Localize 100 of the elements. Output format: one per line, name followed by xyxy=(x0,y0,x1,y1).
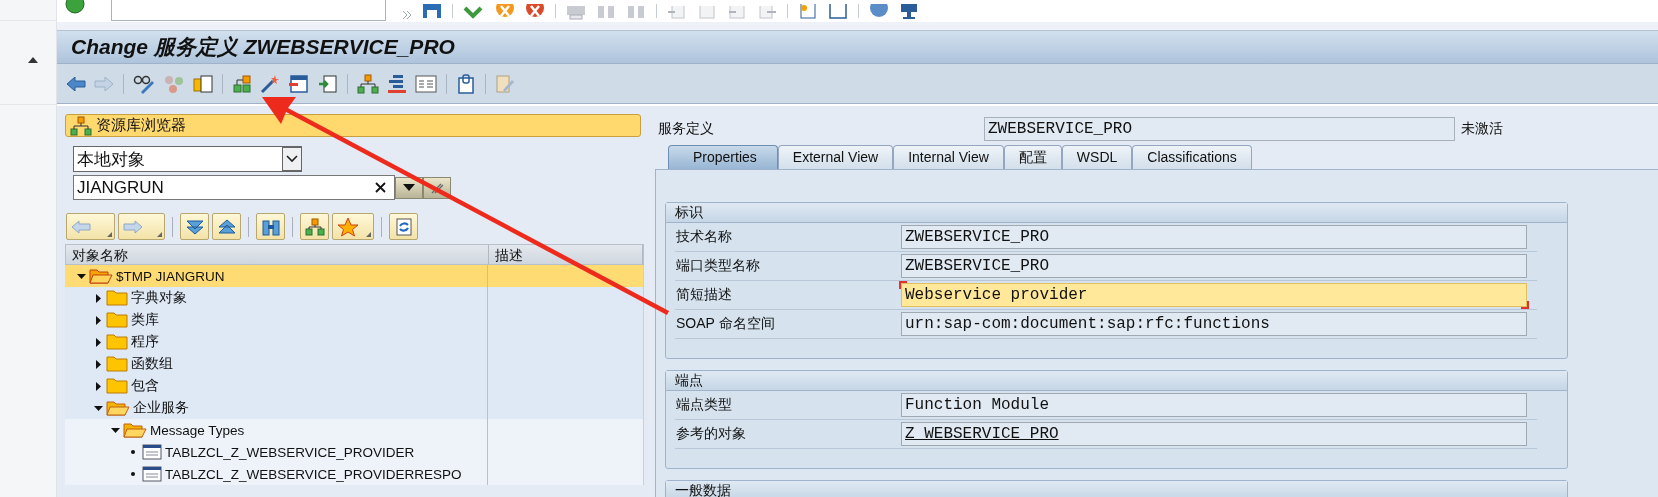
object-name-field[interactable]: JIANGRUN xyxy=(73,175,395,200)
field-label: 技术名称 xyxy=(675,228,733,246)
expand-toggle[interactable] xyxy=(94,315,103,325)
tree-row[interactable]: TABLZCL_Z_WEBSERVICE_PROVIDER xyxy=(65,441,644,463)
tree-row[interactable]: 包含 xyxy=(65,375,644,397)
scroll-up-icon[interactable] xyxy=(28,57,38,63)
favorites-button[interactable] xyxy=(332,213,374,240)
tree-row[interactable]: 企业服务 xyxy=(65,397,644,419)
tree-row[interactable]: 程序 xyxy=(65,331,644,353)
tree-icon[interactable] xyxy=(70,115,92,136)
panel-title: 资源库浏览器 xyxy=(96,116,186,135)
hierarchy-icon xyxy=(305,217,325,236)
expand-toggle[interactable] xyxy=(94,293,103,303)
expand-toggle[interactable] xyxy=(94,403,103,413)
tab[interactable]: 配置 xyxy=(1003,145,1062,169)
clear-icon[interactable] xyxy=(375,182,386,193)
triangle-down-icon xyxy=(403,184,415,191)
field-value: JIANGRUN xyxy=(77,177,165,198)
tab[interactable]: Internal View xyxy=(893,145,1004,169)
tree-item-label: 字典对象 xyxy=(131,289,187,307)
forward-button[interactable] xyxy=(118,213,165,240)
open-folder-icon xyxy=(106,399,130,417)
back-arrow-icon xyxy=(71,219,91,234)
save-icon[interactable] xyxy=(422,4,442,20)
tree-row[interactable]: TABLZCL_Z_WEBSERVICE_PROVIDERRESPO xyxy=(65,463,644,485)
text-field[interactable]: Function Module xyxy=(901,393,1527,417)
tab[interactable]: WSDL xyxy=(1061,145,1133,169)
text-field[interactable]: ZWEBSERVICE_PRO xyxy=(984,117,1455,141)
group-title: 一般数据 xyxy=(666,481,1567,497)
field-label: 端点类型 xyxy=(675,396,733,414)
expand-toggle[interactable] xyxy=(94,381,103,391)
dropdown-button[interactable] xyxy=(395,176,423,199)
forward-arrow-icon xyxy=(123,219,143,234)
text-field[interactable]: Webservice provider xyxy=(901,283,1527,307)
folder-icon xyxy=(106,377,128,395)
field-label: 简短描述 xyxy=(675,286,733,304)
stack-icon[interactable] xyxy=(387,73,407,94)
command-field[interactable] xyxy=(111,0,386,21)
text-field[interactable]: urn:sap-com:document:sap:rfc:functions xyxy=(901,312,1527,336)
table-icon xyxy=(142,444,162,460)
tree-item-label: $TMP JIANGRUN xyxy=(116,268,225,284)
pages-icon[interactable] xyxy=(193,73,213,94)
group-title: 端点 xyxy=(666,371,1567,391)
check-icon[interactable] xyxy=(463,4,485,20)
collapse-all-icon xyxy=(217,218,237,235)
clipboard-icon[interactable] xyxy=(456,73,476,94)
hierarchy-button[interactable] xyxy=(300,213,329,240)
field-label: SOAP 命名空间 xyxy=(675,315,776,333)
expand-button[interactable] xyxy=(180,213,209,240)
bullet-icon xyxy=(131,472,135,476)
back-arrow-icon[interactable] xyxy=(66,74,86,93)
tree-row[interactable]: 字典对象 xyxy=(65,287,644,309)
help-icon[interactable] xyxy=(869,4,889,20)
open-folder-icon xyxy=(89,267,113,285)
field-label: 端口类型名称 xyxy=(675,257,761,275)
refresh-button[interactable] xyxy=(389,213,418,240)
text-field[interactable]: ZWEBSERVICE_PRO xyxy=(901,254,1527,278)
chevron-down-icon[interactable] xyxy=(286,155,298,163)
tab[interactable]: Properties xyxy=(668,145,778,169)
tab[interactable]: External View xyxy=(777,145,894,169)
expand-all-icon xyxy=(185,218,205,235)
tree-icon[interactable] xyxy=(357,73,379,94)
back-button[interactable] xyxy=(66,213,115,240)
collapse-button[interactable] xyxy=(212,213,241,240)
import-icon[interactable] xyxy=(318,73,338,94)
tree-row[interactable]: $TMP JIANGRUN xyxy=(65,265,644,287)
expand-toggle[interactable] xyxy=(94,359,103,369)
expand-toggle[interactable] xyxy=(111,425,120,435)
tree-row[interactable]: 类库 xyxy=(65,309,644,331)
list-window-icon[interactable] xyxy=(415,73,437,94)
field-label: 参考的对象 xyxy=(675,425,747,443)
exit-icon[interactable] xyxy=(495,4,515,20)
tree-item-label: TABLZCL_Z_WEBSERVICE_PROVIDERRESPO xyxy=(165,466,462,482)
tree-item-label: TABLZCL_Z_WEBSERVICE_PROVIDER xyxy=(165,444,415,460)
glasses-icon[interactable] xyxy=(133,73,155,94)
tree-row[interactable]: 函数组 xyxy=(65,353,644,375)
group-title: 标识 xyxy=(666,203,1567,223)
expand-toggle[interactable] xyxy=(94,337,103,347)
cancel-icon[interactable] xyxy=(525,4,545,20)
chevron-icon[interactable] xyxy=(402,10,412,20)
tab[interactable]: Classifications xyxy=(1132,145,1252,169)
open-folder-icon xyxy=(123,421,147,439)
folder-icon xyxy=(106,289,128,307)
folder-icon xyxy=(106,355,128,373)
find-button[interactable] xyxy=(256,213,285,240)
bullet-icon xyxy=(131,450,135,454)
tree-item-label: 企业服务 xyxy=(133,399,189,417)
wand-icon[interactable] xyxy=(260,73,280,94)
field-label: 服务定义 xyxy=(658,120,715,138)
link-field[interactable]: Z_WEBSERVICE_PRO xyxy=(901,422,1527,446)
window-icon[interactable] xyxy=(288,73,310,94)
tree-row[interactable]: Message Types xyxy=(65,419,644,441)
text-field[interactable]: ZWEBSERVICE_PRO xyxy=(901,225,1527,249)
monitor-icon[interactable] xyxy=(899,4,919,20)
expand-toggle[interactable] xyxy=(77,271,86,281)
hierarchy-icon[interactable] xyxy=(232,73,252,94)
new-session-icon[interactable] xyxy=(798,4,818,20)
folder-icon xyxy=(106,311,128,329)
shortcut-icon[interactable] xyxy=(828,4,848,20)
object-type-dropdown[interactable]: 本地对象 xyxy=(73,146,302,172)
